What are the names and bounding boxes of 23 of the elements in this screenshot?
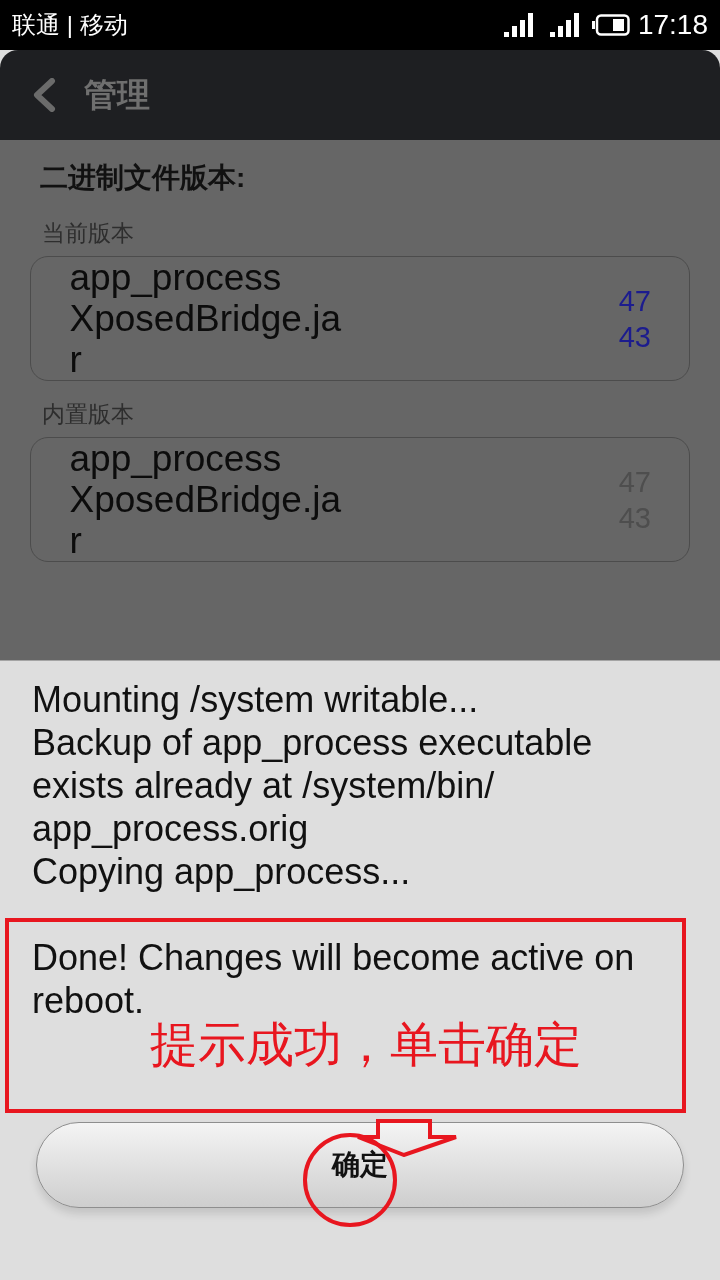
signal-icon [549,13,580,37]
file-name: app_process [69,257,283,298]
file-name: XposedBridge.jar [69,479,343,561]
file-name: app_process [69,438,283,479]
page-title: 管理 [84,75,150,115]
log-line: Backup of app_process executable exists already at /system/bin/app_process.orig [31,721,594,850]
battery-icon [591,14,630,36]
log-line: Mounting /system writable... [31,678,480,721]
log-line: Copying app_process... [31,850,412,893]
highlight-circle-icon [303,1133,397,1227]
carrier-name: 联通 | 移动 [12,10,128,40]
annotation-note: 提示成功，单击确定 [149,1022,583,1068]
file-name: XposedBridge.jar [69,298,343,380]
section-label: 当前版本 [41,219,134,248]
clock-time: 17:18 [637,8,708,42]
confirm-button[interactable]: 确定 [36,1122,684,1208]
result-message: Done! Changes will become active on reboot. [32,936,636,1021]
version-number: 47 [618,283,651,319]
back-icon[interactable] [32,78,56,112]
section-heading: 二进制文件版本: [39,161,246,195]
section-label: 内置版本 [41,400,134,429]
signal-icon [503,13,534,37]
version-number: 43 [618,319,651,355]
